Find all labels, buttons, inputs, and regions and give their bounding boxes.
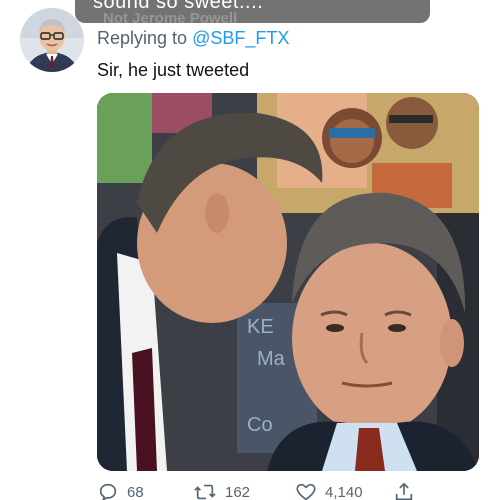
retweet-icon: [193, 481, 217, 500]
tweet-action-bar: 68 162 4,140: [97, 478, 497, 500]
retweet-count: 162: [225, 483, 251, 500]
tweet-text: Sir, he just tweeted: [97, 60, 250, 80]
like-count: 4,140: [325, 483, 363, 500]
reply-action[interactable]: 68: [97, 478, 144, 500]
svg-text:Ma: Ma: [257, 348, 286, 370]
replying-to-label: Replying to: [97, 28, 188, 48]
reply-count: 68: [127, 483, 144, 500]
avatar[interactable]: [20, 8, 84, 72]
media-photo: KE Ma Co: [97, 93, 479, 471]
toast-ghost-text: Not Jerome Powell: [103, 10, 238, 23]
reply-icon: [97, 481, 119, 500]
replying-to-line: Replying to @SBF_FTX: [97, 28, 289, 49]
retweet-action[interactable]: 162: [193, 478, 250, 500]
share-action[interactable]: [393, 478, 415, 500]
tweet-media-image[interactable]: KE Ma Co: [97, 93, 479, 471]
like-action[interactable]: 4,140: [295, 478, 363, 500]
heart-icon: [295, 481, 317, 500]
svg-text:Co: Co: [247, 414, 273, 436]
share-icon: [393, 481, 415, 500]
avatar-image: [20, 8, 84, 72]
svg-text:KE: KE: [247, 316, 274, 338]
reply-handle-link[interactable]: @SBF_FTX: [192, 28, 289, 48]
toast-banner: sound so sweet.... Not Jerome Powell: [75, 0, 430, 23]
tweet-page: sound so sweet.... Not Jerome Powell Rep…: [0, 0, 500, 500]
